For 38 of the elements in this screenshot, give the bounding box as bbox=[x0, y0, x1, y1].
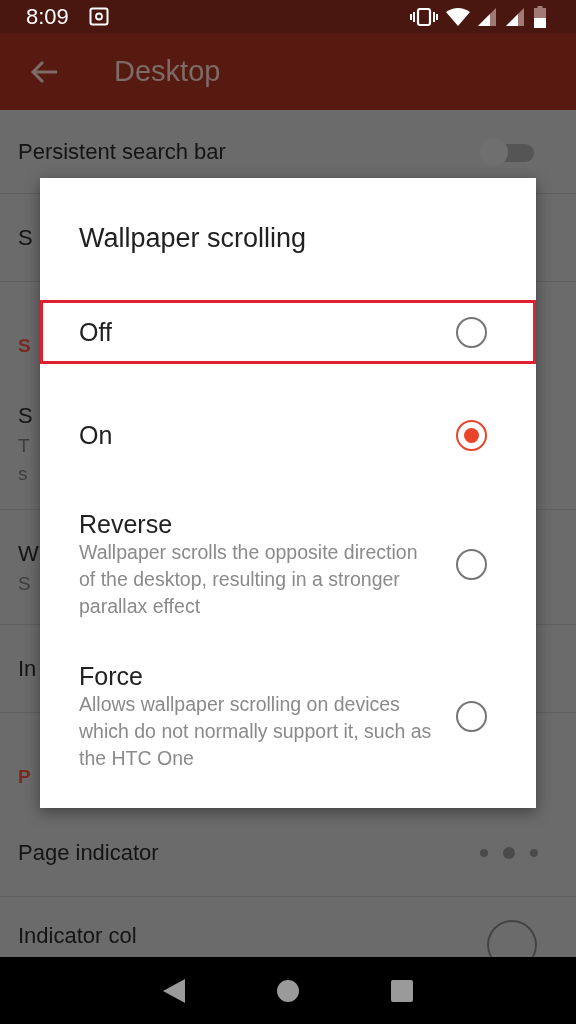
option-label: Reverse bbox=[79, 509, 174, 539]
safe-icon bbox=[88, 6, 109, 27]
option-label: On bbox=[79, 420, 114, 450]
radio-button[interactable] bbox=[456, 419, 487, 451]
back-arrow-icon[interactable] bbox=[30, 59, 58, 84]
option-label: Force bbox=[79, 661, 144, 691]
dialog-title: Wallpaper scrolling bbox=[78, 222, 308, 255]
home-icon[interactable] bbox=[276, 978, 300, 1003]
wifi-icon bbox=[446, 7, 470, 26]
color-swatch[interactable] bbox=[486, 919, 538, 958]
setting-label: In bbox=[18, 655, 37, 684]
radio-option[interactable]: Off bbox=[40, 300, 536, 364]
setting-label: S bbox=[18, 402, 33, 431]
option-description: Wallpaper scrolls the opposite direction of the desktop, resulting in a stronger parallax effect bbox=[79, 540, 419, 619]
setting-label: W bbox=[18, 539, 39, 568]
recents-icon[interactable] bbox=[390, 978, 414, 1003]
vibrate-icon bbox=[410, 7, 438, 26]
radio-button[interactable] bbox=[456, 549, 487, 580]
back-icon[interactable] bbox=[162, 977, 186, 1004]
section-header: P bbox=[18, 765, 31, 790]
setting-label: Persistent search bar bbox=[18, 138, 226, 167]
signal-icon bbox=[478, 7, 498, 26]
signal-icon bbox=[506, 7, 526, 26]
screen-title: Desktop bbox=[114, 53, 221, 89]
option-description: Allows wallpaper scrolling on devices which do not normally support it, such as the HTC One bbox=[79, 692, 432, 771]
section-header: S bbox=[18, 334, 31, 359]
setting-label: Indicator col bbox=[18, 922, 137, 951]
setting-label: S bbox=[18, 224, 33, 253]
setting-label: Page indicator bbox=[18, 839, 159, 868]
radio-button[interactable] bbox=[456, 316, 487, 348]
radio-option[interactable]: Reverse Wallpaper scrolls the opposite direction of the desktop, resulting in a stronger parallax effect bbox=[40, 506, 536, 623]
clock-time: 8:09 bbox=[26, 3, 69, 31]
radio-option[interactable]: On bbox=[40, 403, 536, 467]
battery-icon bbox=[534, 5, 546, 28]
radio-button[interactable] bbox=[456, 701, 487, 732]
option-label: Off bbox=[79, 317, 113, 347]
radio-option[interactable]: Force Allows wallpaper scrolling on devices which do not normally support it, such as the HTC One bbox=[40, 658, 536, 775]
page-indicator-dots bbox=[478, 844, 538, 861]
